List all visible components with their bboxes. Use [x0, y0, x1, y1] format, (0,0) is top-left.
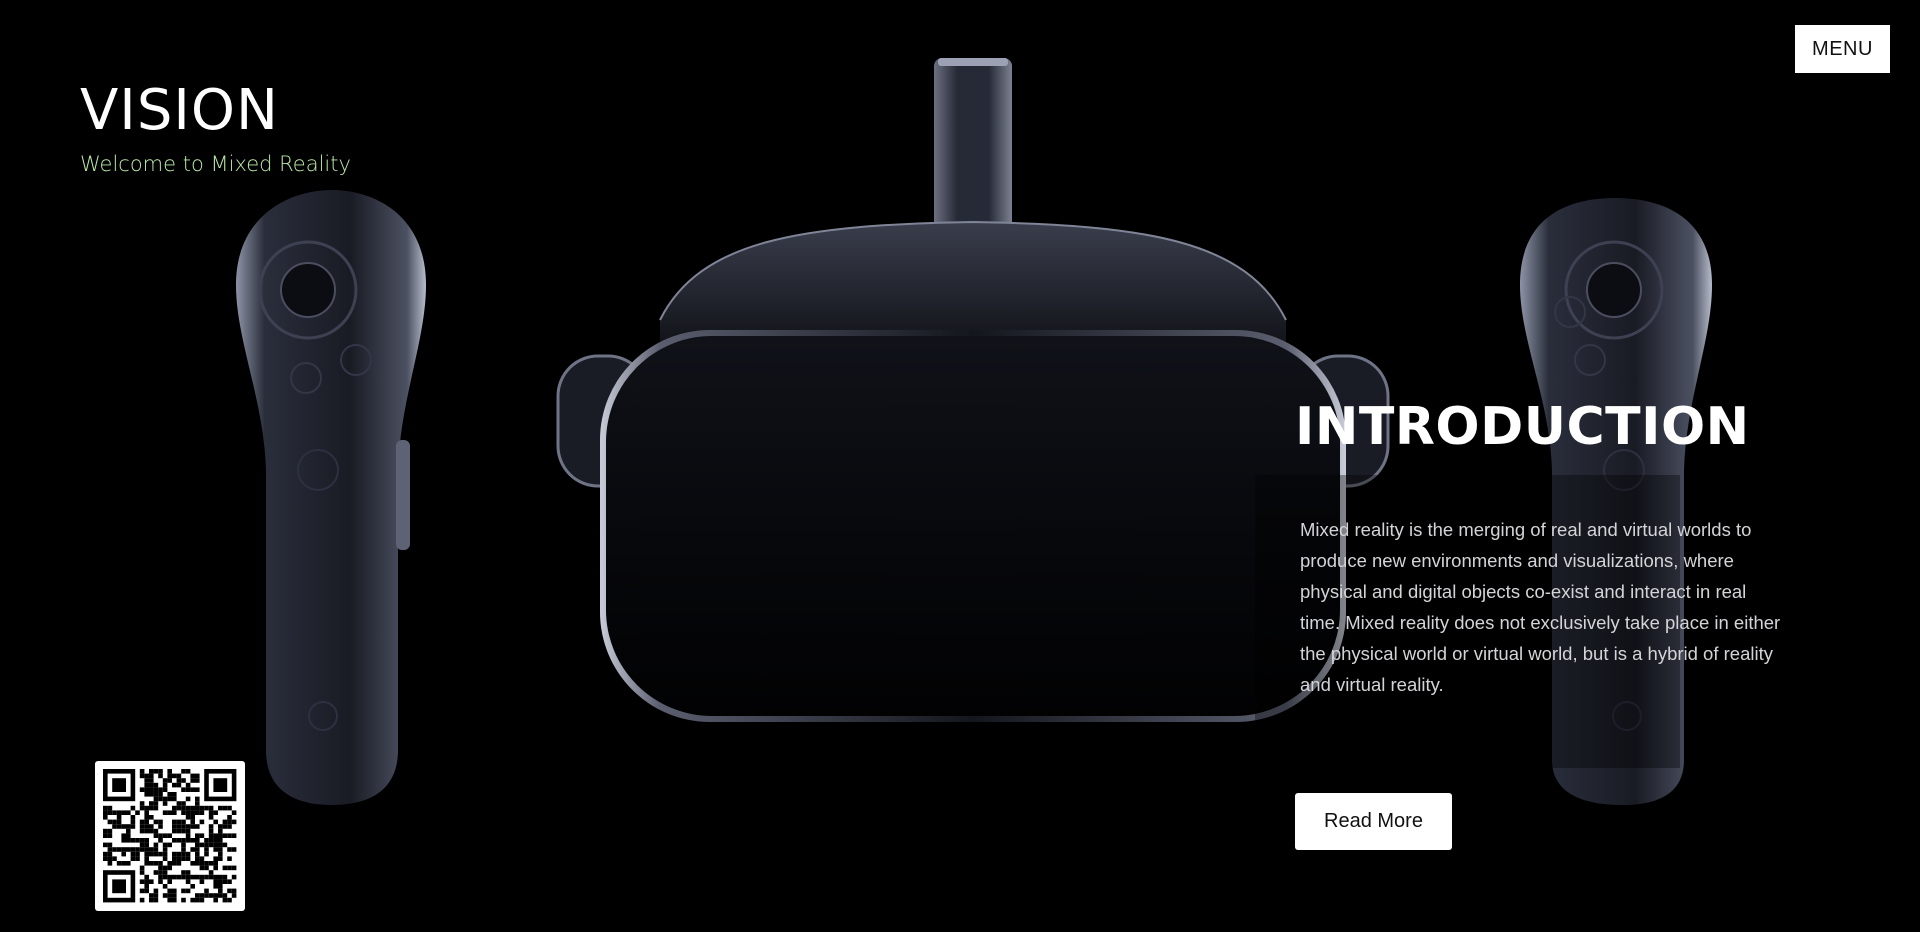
- menu-button[interactable]: MENU: [1795, 25, 1890, 73]
- intro-body: Mixed reality is the merging of real and…: [1300, 519, 1781, 695]
- page: VISION Welcome to Mixed Reality MENU INT…: [0, 0, 1920, 932]
- read-more-button[interactable]: Read More: [1295, 793, 1452, 850]
- site-title[interactable]: VISION: [80, 78, 351, 144]
- brand: VISION Welcome to Mixed Reality: [80, 78, 351, 178]
- site-subtitle: Welcome to Mixed Reality: [80, 152, 351, 176]
- intro-heading: INTRODUCTION: [1295, 397, 1750, 457]
- intro-section: INTRODUCTION Mixed reality is the mergin…: [1295, 392, 1795, 719]
- qr-code-icon: [95, 761, 245, 911]
